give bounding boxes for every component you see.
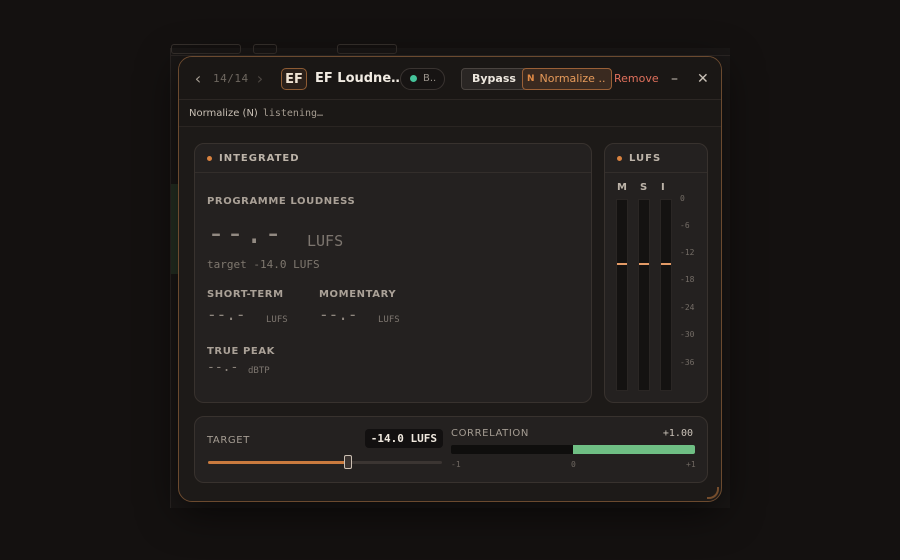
status-label: Normalize (N)	[189, 107, 258, 119]
correlation-fill	[573, 445, 695, 454]
lufs-meter-card: LUFS M S I 0 -6 -12 -18 -24 -30 -36	[604, 143, 708, 403]
status-pill[interactable]: B..	[400, 67, 446, 90]
true-peak-value: --.-	[207, 360, 239, 375]
meter-label-i: I	[661, 182, 665, 193]
host-tab-strip	[171, 44, 730, 56]
correlation-value: +1.00	[662, 428, 693, 439]
scale-tick: 0	[680, 194, 685, 203]
status-value: listening…	[262, 107, 324, 119]
programme-loudness-value: --.-	[207, 216, 284, 251]
integrated-header: INTEGRATED	[195, 144, 591, 173]
integrated-indicator-icon	[207, 155, 212, 161]
short-term-value: --.-	[207, 305, 246, 324]
correlation-min-label: -1	[451, 460, 461, 469]
host-tab	[337, 44, 397, 54]
correlation-label: CORRELATION	[451, 428, 529, 439]
target-group: -14.0 LUFS	[195, 417, 451, 484]
short-term-label: SHORT-TERM	[207, 289, 284, 300]
correlation-meter	[451, 445, 695, 454]
true-peak-unit: dBTP	[248, 366, 270, 376]
plugin-window: ‹ 14/14 › EF EF Loudne… B.. Bypass N Nor…	[178, 56, 722, 502]
correlation-mid-label: 0	[571, 460, 576, 469]
normalize-button[interactable]: N Normalize ..	[522, 67, 613, 90]
host-tab	[253, 44, 277, 54]
meter-momentary	[616, 199, 628, 391]
programme-loudness-unit: LUFS	[307, 232, 344, 250]
lufs-header: LUFS	[605, 144, 707, 173]
momentary-value: --.-	[319, 305, 358, 324]
momentary-unit: LUFS	[378, 315, 400, 325]
true-peak-label: TRUE PEAK	[207, 346, 276, 357]
scale-tick: -30	[680, 330, 695, 339]
remove-button[interactable]: Remove	[614, 57, 659, 100]
plugin-counter: 14/14	[213, 72, 249, 85]
integrated-title: INTEGRATED	[219, 152, 300, 164]
meter-short-term	[638, 199, 650, 391]
minimize-button[interactable]: –	[671, 57, 678, 100]
close-icon: ✕	[697, 70, 709, 87]
target-slider[interactable]	[208, 455, 442, 469]
normalize-label: Normalize ..	[539, 72, 606, 85]
target-correlation-card: TARGET -14.0 LUFS CORRELATION +1.00 -1 0…	[194, 416, 708, 483]
next-plugin-button[interactable]: ›	[253, 57, 267, 100]
status-bar: Normalize (N) listening…	[179, 100, 721, 127]
scale-tick: -6	[680, 221, 690, 230]
bypass-button[interactable]: Bypass	[461, 67, 527, 90]
target-slider-fill	[208, 461, 349, 464]
meter-label-m: M	[617, 182, 627, 193]
chevron-left-icon: ‹	[194, 69, 202, 88]
scale-tick: -36	[680, 358, 695, 367]
programme-loudness-label: PROGRAMME LOUDNESS	[207, 196, 356, 207]
normalize-shortcut-key: N	[527, 73, 535, 84]
short-term-unit: LUFS	[266, 315, 288, 325]
scale-tick: -12	[680, 248, 695, 257]
momentary-label: MOMENTARY	[319, 289, 397, 300]
status-dot-icon	[410, 75, 417, 82]
scale-tick: -18	[680, 275, 695, 284]
target-value: -14.0 LUFS	[364, 429, 443, 448]
target-readout: target -14.0 LUFS	[207, 258, 320, 271]
chevron-right-icon: ›	[256, 69, 264, 88]
prev-plugin-button[interactable]: ‹	[191, 57, 205, 100]
meter-integrated	[660, 199, 672, 391]
target-slider-thumb[interactable]	[344, 455, 353, 469]
titlebar: ‹ 14/14 › EF EF Loudne… B.. Bypass N Nor…	[179, 57, 721, 100]
minimize-icon: –	[671, 70, 678, 87]
integrated-card: INTEGRATED PROGRAMME LOUDNESS --.- LUFS …	[194, 143, 592, 403]
target-marker	[639, 263, 649, 266]
target-marker	[661, 263, 671, 266]
host-tab	[171, 44, 241, 54]
meter-label-s: S	[640, 182, 648, 193]
close-button[interactable]: ✕	[697, 57, 709, 100]
resize-handle[interactable]	[707, 487, 719, 499]
scale-tick: -24	[680, 303, 695, 312]
lufs-indicator-icon	[617, 155, 622, 161]
plugin-logo: EF	[281, 68, 307, 90]
plugin-name: EF Loudne…	[315, 71, 405, 86]
target-marker	[617, 263, 627, 266]
correlation-max-label: +1	[686, 460, 696, 469]
status-pill-label: B..	[423, 73, 437, 84]
lufs-title: LUFS	[629, 152, 662, 164]
